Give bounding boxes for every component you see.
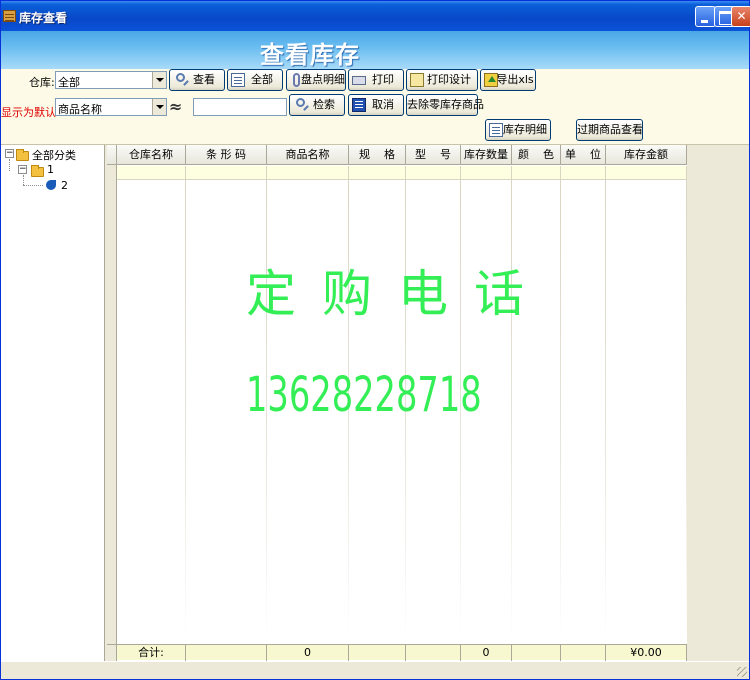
display-field-value: 商品名称 xyxy=(58,103,102,116)
search-icon xyxy=(296,98,305,107)
print-design-icon xyxy=(410,73,424,87)
collapse-toggle[interactable]: − xyxy=(18,165,27,174)
close-button[interactable]: ✕ xyxy=(731,6,750,27)
category-tree[interactable]: − 全部分类 − 1 2 xyxy=(1,145,105,661)
printer-icon xyxy=(352,76,366,85)
search-input[interactable] xyxy=(193,98,287,116)
export-icon xyxy=(484,73,498,87)
chevron-down-icon[interactable] xyxy=(152,99,166,115)
column-header[interactable]: 商品名称 xyxy=(267,145,349,165)
column-header[interactable]: 仓库名称 xyxy=(117,145,186,165)
tree-node-child[interactable]: 1 xyxy=(47,163,54,177)
banner: 查看库存 xyxy=(1,31,749,69)
title-bar[interactable]: 库存查看 ✕ xyxy=(1,1,750,31)
search-icon xyxy=(176,73,185,82)
document-icon xyxy=(489,123,503,137)
toolbar: 仓库: 全部 查看 全部 盘点明细 打印 打印设计 导出xls 显示为默认: 商… xyxy=(1,69,749,145)
window-title: 库存查看 xyxy=(19,11,68,25)
document-icon xyxy=(231,73,245,87)
warehouse-label: 仓库: xyxy=(29,76,55,89)
search-button-label: 检索 xyxy=(313,98,335,111)
warehouse-select[interactable]: 全部 xyxy=(55,71,167,89)
status-bar xyxy=(1,661,749,679)
warehouse-select-value: 全部 xyxy=(58,76,80,89)
grid-header: 仓库名称 条 形 码 商品名称 规 格 型 号 库存数量 颜 色 单 位 库存金… xyxy=(107,145,687,165)
totals-row: 合计: 0 0 ¥0.00 xyxy=(107,644,687,661)
tree-node-leaf[interactable]: 2 xyxy=(61,179,68,193)
remove-zero-stock-label: 去除零库存商品 xyxy=(407,98,484,111)
main-window: 库存查看 ✕ 查看库存 仓库: 全部 查看 全部 盘点明细 打印 打印设计 导出… xyxy=(0,0,750,680)
totals-stock-qty: 0 xyxy=(461,645,512,661)
column-header[interactable]: 库存数量 xyxy=(461,145,512,165)
column-header[interactable]: 库存金额 xyxy=(606,145,687,165)
column-header[interactable]: 型 号 xyxy=(406,145,461,165)
expired-goods-button[interactable]: 过期商品查看 xyxy=(576,119,643,141)
table-icon xyxy=(3,10,16,22)
minimize-button[interactable] xyxy=(695,6,716,27)
approx-symbol: ≈ xyxy=(169,97,183,116)
column-header[interactable]: 单 位 xyxy=(561,145,606,165)
column-header[interactable]: 颜 色 xyxy=(512,145,561,165)
row-selector-column xyxy=(107,145,117,661)
stock-detail-button[interactable]: 盘点明细 xyxy=(286,69,346,91)
display-field-select[interactable]: 商品名称 xyxy=(55,98,167,116)
print-button[interactable]: 打印 xyxy=(348,69,404,91)
paperclip-icon xyxy=(293,73,300,87)
expired-goods-label: 过期商品查看 xyxy=(577,123,643,136)
order-phone-number: 13628228718 xyxy=(246,367,482,423)
inventory-detail-button[interactable]: 库存明细 xyxy=(485,119,551,141)
totals-stock-amount: ¥0.00 xyxy=(606,645,687,661)
all-button[interactable]: 全部 xyxy=(227,69,283,91)
resize-grip-icon[interactable] xyxy=(737,667,747,677)
collapse-toggle[interactable]: − xyxy=(5,149,14,158)
folder-icon xyxy=(31,165,44,177)
folder-icon xyxy=(16,149,29,161)
column-header[interactable]: 规 格 xyxy=(349,145,406,165)
tree-node-root[interactable]: 全部分类 xyxy=(32,147,76,162)
export-xls-button[interactable]: 导出xls xyxy=(480,69,536,91)
column-header[interactable]: 条 形 码 xyxy=(186,145,267,165)
cancel-button[interactable]: 取消 xyxy=(348,94,404,116)
print-design-button[interactable]: 打印设计 xyxy=(406,69,478,91)
display-default-label: 显示为默认: xyxy=(1,106,60,119)
banner-title: 查看库存 xyxy=(260,41,360,69)
totals-product-count: 0 xyxy=(267,645,349,661)
order-phone-heading: 定购电话 xyxy=(246,265,550,323)
view-button[interactable]: 查看 xyxy=(169,69,225,91)
item-icon xyxy=(46,180,56,190)
view-button-label: 查看 xyxy=(193,73,215,86)
remove-zero-stock-button[interactable]: 去除零库存商品 xyxy=(406,94,484,116)
chevron-down-icon[interactable] xyxy=(152,72,166,88)
new-row[interactable] xyxy=(117,166,687,180)
list-icon xyxy=(352,98,366,112)
search-button[interactable]: 检索 xyxy=(289,94,345,116)
totals-label: 合计: xyxy=(117,645,186,661)
